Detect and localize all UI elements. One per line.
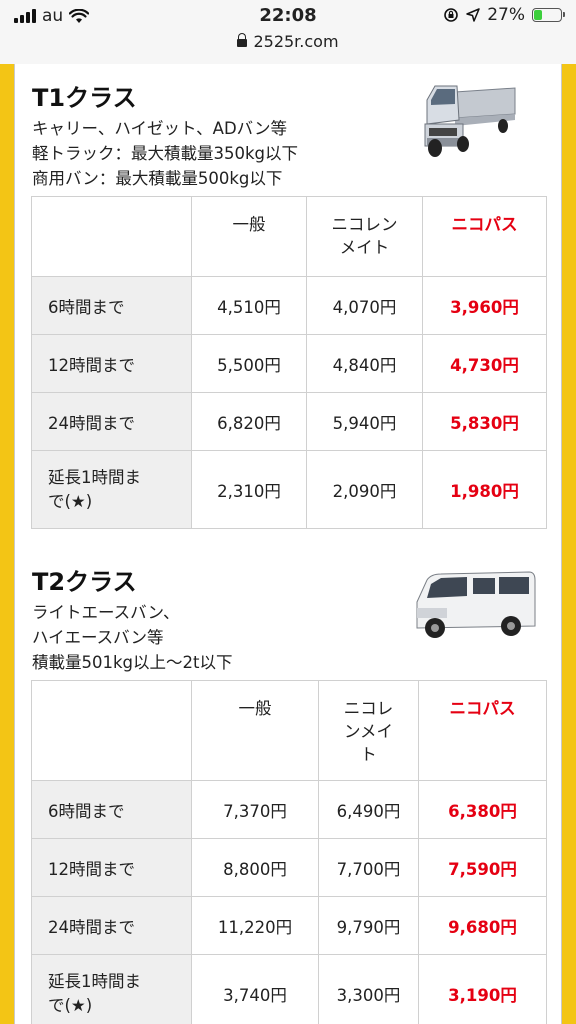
t1-desc-line: 商用バン：最大積載量500kg以下 [32,169,283,188]
row-label: 延長1時間ま で(★) [31,954,192,1024]
price-general: 8,800円 [191,838,319,897]
table-header-row: 一般 ニコレ ンメイ ト ニコパス [31,680,547,781]
table-header-row: 一般 ニコレン メイト ニコパス [31,196,547,277]
table-row: 24時間まで 11,220円 9,790円 9,680円 [31,896,547,955]
table-row: 12時間まで 5,500円 4,840円 4,730円 [31,334,547,393]
price-pass: 3,190円 [418,954,547,1024]
t1-description: キャリー、ハイゼット、ADバン等 軽トラック：最大積載量350kg以下 商用バン… [32,116,298,191]
address-bar[interactable]: 2525r.com [0,32,576,51]
van-image [411,562,539,646]
row-label: 6時間まで [31,780,192,839]
t2-desc-line: ハイエースバン等 [32,628,164,647]
status-right: 27% [443,5,565,25]
row-label: 24時間まで [31,896,192,955]
price-pass: 3,960円 [422,276,547,335]
table-row: 延長1時間ま で(★) 3,740円 3,300円 3,190円 [31,954,547,1024]
price-general: 7,370円 [191,780,319,839]
price-pass: 7,590円 [418,838,547,897]
table-row: 12時間まで 8,800円 7,700円 7,590円 [31,838,547,897]
header-pass: ニコパス [418,680,547,781]
battery-percent: 27% [487,5,525,25]
t1-desc-line: 軽トラック：最大積載量350kg以下 [32,144,299,163]
price-mate: 2,090円 [306,450,423,529]
header-label: 一般 [238,699,272,718]
t1-rate-table: 一般 ニコレン メイト ニコパス 6時間まで 4,510円 4,070円 3,9… [31,196,547,529]
header-label: 一般 [232,215,266,234]
header-label: ニコパス [451,215,518,234]
header-label: ニコパス [449,699,516,718]
price-pass: 1,980円 [422,450,547,529]
header-corner [31,196,192,277]
battery-icon [532,8,565,22]
header-corner [31,680,192,781]
header-general: 一般 [191,680,319,781]
table-row: 6時間まで 7,370円 6,490円 6,380円 [31,780,547,839]
t2-desc-line: ライトエースバン、 [32,603,180,622]
header-mate: ニコレン メイト [306,196,423,277]
status-bar: au 22:08 27% 2525r.com [0,0,576,64]
row-label: 6時間まで [31,276,192,335]
price-general: 3,740円 [191,954,319,1024]
price-general: 2,310円 [191,450,307,529]
price-general: 6,820円 [191,392,307,451]
row-label: 12時間まで [31,334,192,393]
price-mate: 5,940円 [306,392,423,451]
header-mate: ニコレ ンメイ ト [318,680,419,781]
price-pass: 6,380円 [418,780,547,839]
price-mate: 9,790円 [318,896,419,955]
price-mate: 4,070円 [306,276,423,335]
price-general: 4,510円 [191,276,307,335]
price-mate: 4,840円 [306,334,423,393]
t2-description: ライトエースバン、 ハイエースバン等 積載量501kg以上～2t以下 [32,600,233,675]
header-label: ニコレン メイト [331,215,398,257]
row-label: 24時間まで [31,392,192,451]
row-label: 延長1時間ま で(★) [31,450,192,529]
t1-class-title: T1クラス [32,84,137,112]
kei-truck-image [417,74,519,160]
header-label: ニコレ ンメイ ト [343,699,394,764]
table-row: 24時間まで 6,820円 5,940円 5,830円 [31,392,547,451]
price-mate: 3,300円 [318,954,419,1024]
table-row: 延長1時間ま で(★) 2,310円 2,090円 1,980円 [31,450,547,529]
url-text: 2525r.com [253,32,339,51]
price-general: 5,500円 [191,334,307,393]
row-label: 12時間まで [31,838,192,897]
header-general: 一般 [191,196,307,277]
price-general: 11,220円 [191,896,319,955]
price-mate: 7,700円 [318,838,419,897]
price-mate: 6,490円 [318,780,419,839]
t2-rate-table: 一般 ニコレ ンメイ ト ニコパス 6時間まで 7,370円 6,490円 6,… [31,680,547,1024]
table-row: 6時間まで 4,510円 4,070円 3,960円 [31,276,547,335]
price-pass: 9,680円 [418,896,547,955]
price-pass: 4,730円 [422,334,547,393]
orientation-lock-icon [444,8,459,22]
t2-desc-line: 積載量501kg以上～2t以下 [32,653,233,672]
t1-desc-line: キャリー、ハイゼット、ADバン等 [32,119,287,138]
location-arrow-icon [466,8,480,22]
lock-icon [237,33,248,47]
content-card: T1クラス キャリー、ハイゼット、ADバン等 軽トラック：最大積載量350kg以… [14,64,562,1024]
price-pass: 5,830円 [422,392,547,451]
t2-class-title: T2クラス [32,568,137,596]
page-frame: T1クラス キャリー、ハイゼット、ADバン等 軽トラック：最大積載量350kg以… [0,64,576,1024]
header-pass: ニコパス [422,196,547,277]
